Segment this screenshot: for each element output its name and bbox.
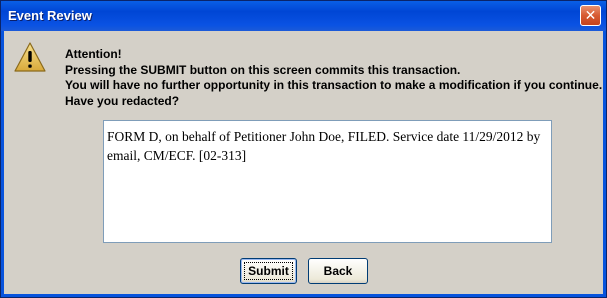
window-title: Event Review <box>8 8 92 23</box>
submit-button[interactable]: Submit <box>240 258 297 284</box>
window-frame-left <box>1 31 4 297</box>
window-frame-bottom <box>1 294 606 297</box>
title-bar[interactable]: Event Review ✕ <box>1 1 606 31</box>
attention-message: Attention! Pressing the SUBMIT button on… <box>65 47 602 109</box>
message-line-no-modification: You will have no further opportunity in … <box>65 78 603 92</box>
close-button[interactable]: ✕ <box>580 5 601 26</box>
message-line-attention: Attention! <box>65 47 122 61</box>
message-line-submit-warning: Pressing the SUBMIT button on this scree… <box>65 62 461 77</box>
submit-button-label: Submit <box>244 262 293 280</box>
docket-text-area[interactable]: FORM D, on behalf of Petitioner John Doe… <box>103 120 552 243</box>
window-frame-right <box>603 31 606 297</box>
close-icon: ✕ <box>584 7 597 24</box>
event-review-dialog: Event Review ✕ Attention! Pressing the S… <box>0 0 607 298</box>
message-line-redacted-question: Have you redacted? <box>65 93 180 108</box>
back-button[interactable]: Back <box>308 258 368 284</box>
warning-icon <box>14 42 46 72</box>
